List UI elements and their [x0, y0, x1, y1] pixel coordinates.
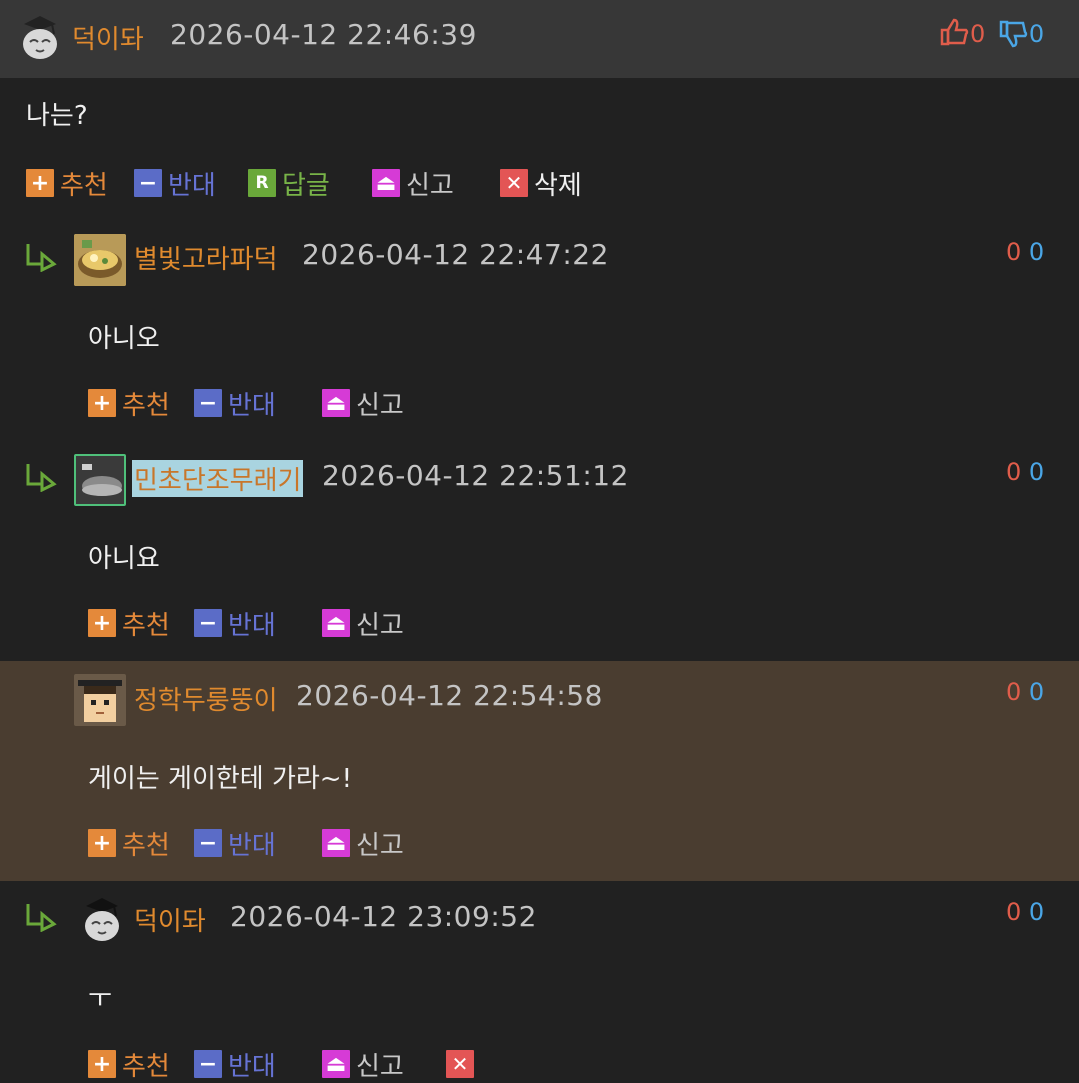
reply-icon: R	[248, 169, 276, 197]
siren-icon: ⏏	[322, 829, 350, 857]
report-button[interactable]: ⏏ 신고	[322, 608, 404, 641]
downvote-count: 0	[1028, 238, 1045, 266]
close-icon: ✕	[500, 169, 528, 197]
owl-avatar[interactable]	[16, 12, 64, 60]
recommend-button[interactable]: + 추천	[88, 608, 170, 641]
minus-icon: −	[134, 169, 162, 197]
thumbs-down-icon	[999, 20, 1028, 48]
comment-body: 나는?	[26, 101, 88, 131]
vote-counts: 0 0	[1006, 238, 1044, 266]
reply-arrow-icon	[26, 244, 57, 272]
downvote-count: 0	[1028, 458, 1045, 486]
reply-arrow-icon	[26, 904, 57, 932]
comment-author[interactable]: 정학두룽뚱이	[134, 680, 278, 717]
reply-arrow-icon	[26, 464, 57, 492]
comment-author[interactable]: 민초단조무래기	[132, 460, 304, 497]
comment-body: ㅜ	[88, 984, 112, 1014]
siren-icon: ⏏	[372, 169, 400, 197]
comment-date: 2026-04-12 22:51:12	[322, 459, 629, 492]
plus-icon: +	[88, 1050, 116, 1078]
comment-date: 2026-04-12 23:09:52	[230, 900, 537, 933]
plus-icon: +	[26, 169, 54, 197]
report-button[interactable]: ⏏ 신고	[372, 168, 454, 201]
vote-counts: 0 0	[940, 18, 1044, 48]
vote-counts: 0 0	[1006, 678, 1044, 706]
upvote-count: 0	[1006, 678, 1022, 706]
pixel-face-avatar[interactable]	[74, 674, 126, 726]
oppose-button[interactable]: − 반대	[194, 388, 276, 421]
minus-icon: −	[194, 1050, 222, 1078]
oppose-button[interactable]: − 반대	[194, 1049, 276, 1082]
comment-author[interactable]: 별빛고라파덕	[134, 239, 278, 276]
recommend-button[interactable]: + 추천	[26, 168, 108, 201]
minus-icon: −	[194, 829, 222, 857]
upvote-count: 0	[970, 20, 986, 48]
plus-icon: +	[88, 389, 116, 417]
comment-author[interactable]: 덕이돠	[134, 901, 206, 938]
comment-date: 2026-04-12 22:54:58	[296, 679, 603, 712]
siren-icon: ⏏	[322, 1050, 350, 1078]
downvote-count: 0	[1028, 678, 1045, 706]
food-avatar[interactable]	[74, 234, 126, 286]
downvote-count: 0	[1028, 20, 1045, 48]
upvote-count: 0	[1006, 238, 1022, 266]
siren-icon: ⏏	[322, 389, 350, 417]
comment-body: 게이는 게이한테 가라~!	[88, 764, 353, 794]
siren-icon: ⏏	[322, 609, 350, 637]
minus-icon: −	[194, 609, 222, 637]
comment-body: 아니오	[88, 324, 160, 354]
downvote-count: 0	[1028, 898, 1045, 926]
owl-avatar[interactable]	[78, 894, 126, 942]
recommend-button[interactable]: + 추천	[88, 828, 170, 861]
report-button[interactable]: ⏏ 신고	[322, 828, 404, 861]
oppose-button[interactable]: − 반대	[194, 828, 276, 861]
reply-button[interactable]: R 답글	[248, 168, 330, 201]
recommend-button[interactable]: + 추천	[88, 388, 170, 421]
vote-counts: 0 0	[1006, 458, 1044, 486]
thumbs-up-icon	[940, 18, 969, 46]
oppose-button[interactable]: − 반대	[134, 168, 216, 201]
upvote-count: 0	[1006, 898, 1022, 926]
shoe-avatar[interactable]	[74, 454, 126, 506]
delete-button[interactable]: ✕ 삭제	[500, 168, 582, 201]
upvote-count: 0	[1006, 458, 1022, 486]
oppose-button[interactable]: − 반대	[194, 608, 276, 641]
report-button[interactable]: ⏏ 신고	[322, 388, 404, 421]
vote-counts: 0 0	[1006, 898, 1044, 926]
delete-button[interactable]: ✕	[446, 1049, 480, 1079]
close-icon: ✕	[446, 1050, 474, 1078]
report-button[interactable]: ⏏ 신고	[322, 1049, 404, 1082]
comment-author[interactable]: 덕이돠	[72, 19, 144, 56]
recommend-button[interactable]: + 추천	[88, 1049, 170, 1082]
minus-icon: −	[194, 389, 222, 417]
plus-icon: +	[88, 829, 116, 857]
plus-icon: +	[88, 609, 116, 637]
comment-body: 아니요	[88, 544, 160, 574]
comment-date: 2026-04-12 22:47:22	[302, 238, 609, 271]
comment-header	[0, 0, 1079, 78]
comment-date: 2026-04-12 22:46:39	[170, 18, 477, 51]
